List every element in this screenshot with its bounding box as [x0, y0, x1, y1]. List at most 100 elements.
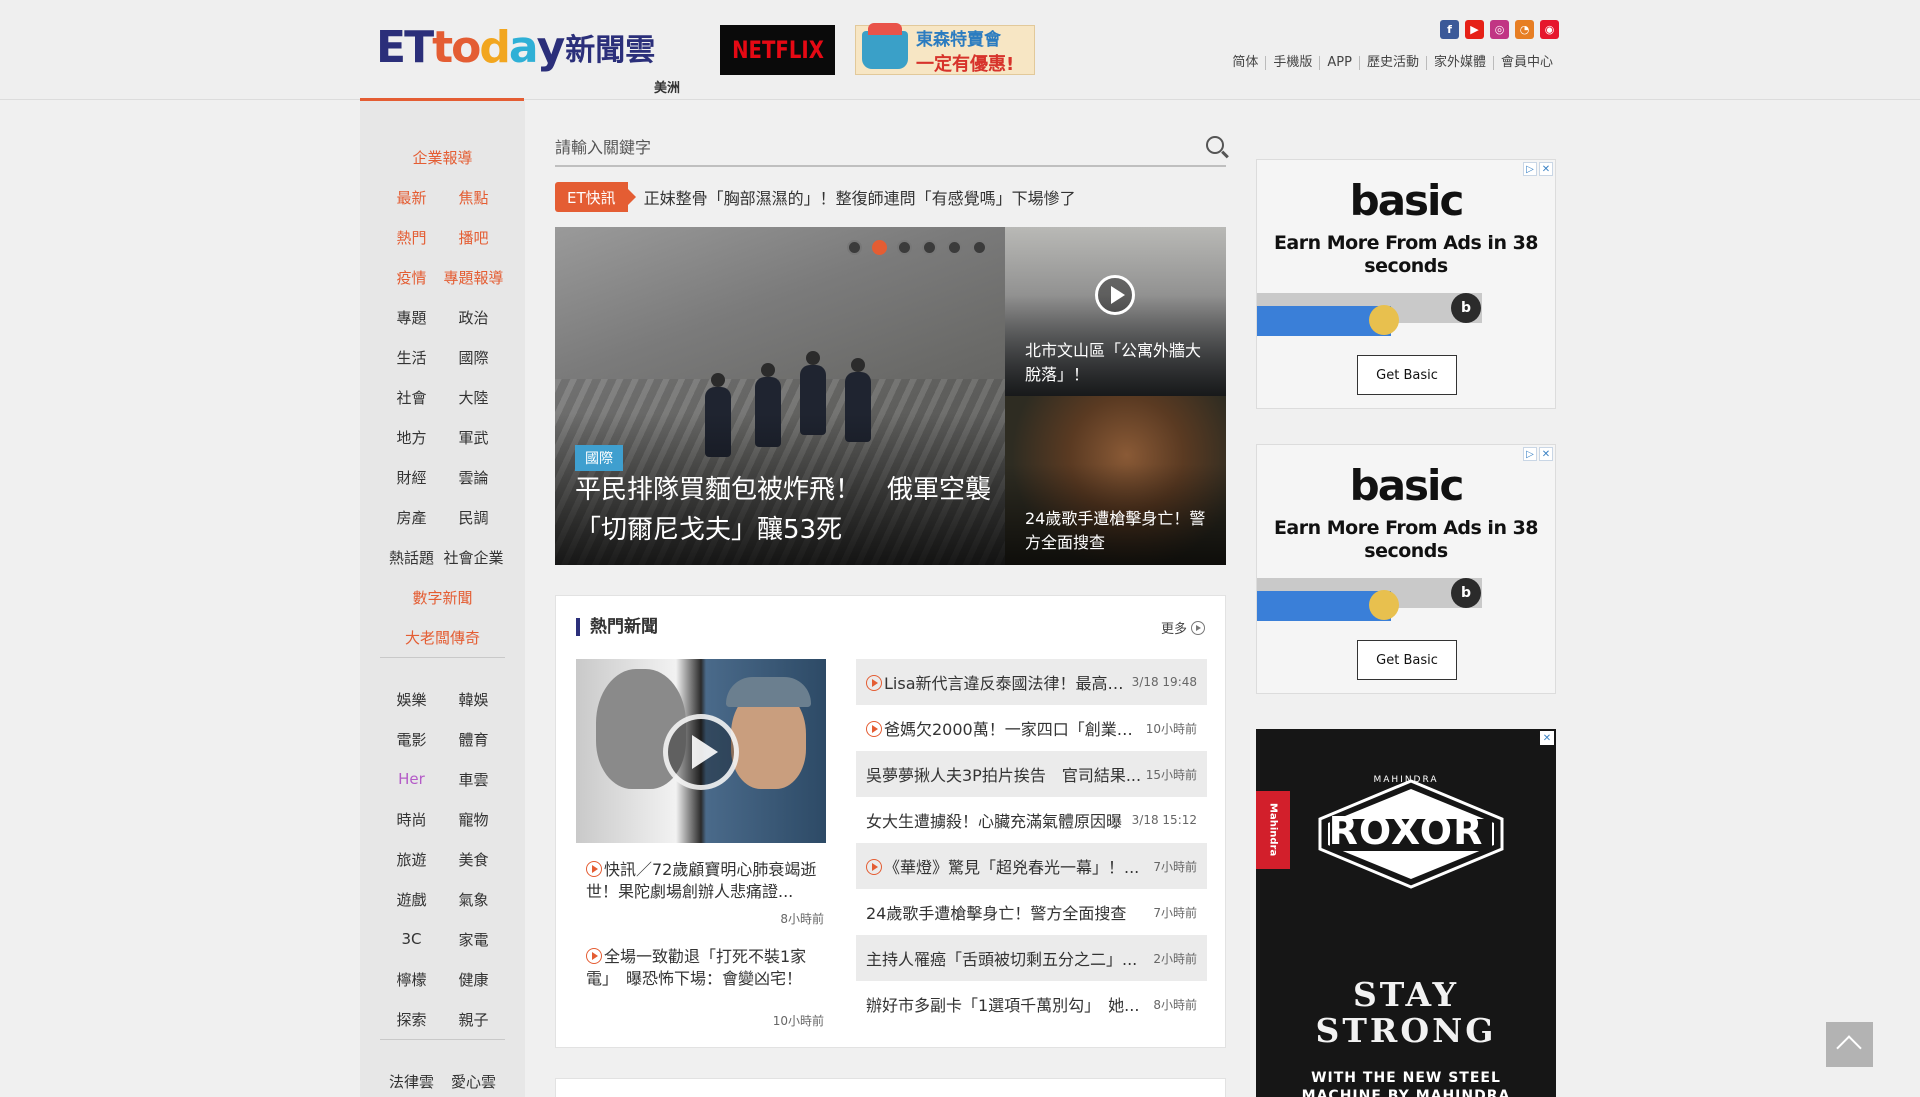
sidebar-item[interactable]: 社會	[381, 387, 443, 408]
ettoday-logo[interactable]: E Tt o d a y 新聞雲	[376, 22, 655, 74]
sidebar-item[interactable]: 地方	[381, 427, 443, 448]
search-icon[interactable]	[1206, 136, 1224, 154]
netflix-banner-ad[interactable]: NETFLIX	[720, 25, 835, 75]
close-icon[interactable]: ✕	[1539, 447, 1553, 461]
sidebar-item[interactable]: 政治	[443, 307, 505, 328]
sidebar-item[interactable]: 最新	[381, 187, 443, 208]
sidebar-item[interactable]: 愛心雲	[443, 1071, 505, 1092]
hot-news-row[interactable]: 吳夢夢揪人夫3P拍片挨告 官司結果... 15小時前	[856, 751, 1207, 797]
carousel-dot[interactable]	[972, 240, 987, 255]
sidebar-item[interactable]: 雲論	[443, 467, 505, 488]
sidebar-item[interactable]: 探索	[381, 1009, 443, 1030]
top-nav-link[interactable]: APP	[1319, 56, 1359, 70]
top-nav-link[interactable]: 手機版	[1265, 56, 1319, 70]
carousel-dot[interactable]	[947, 240, 962, 255]
basic-ad-1[interactable]: ▷ ✕ basic Earn More From Ads in 38 second…	[1256, 159, 1556, 409]
hot-news-row[interactable]: 24歲歌手遭槍擊身亡！警方全面搜查 7小時前	[856, 889, 1207, 935]
sidebar-item[interactable]: 體育	[443, 729, 505, 750]
top-nav-link[interactable]: 歷史活動	[1358, 56, 1426, 70]
sidebar-item[interactable]: 社會企業	[443, 547, 505, 568]
sidebar-item[interactable]: 專題報導	[443, 267, 505, 288]
sidebar-item[interactable]: 軍武	[443, 427, 505, 448]
ad-choices-icon[interactable]: ▷	[1523, 447, 1537, 461]
promo-line-1: 東森特賣會	[916, 29, 1001, 50]
back-to-top-button[interactable]	[1826, 1022, 1873, 1067]
sidebar-item[interactable]: 大老闆傳奇	[360, 617, 525, 657]
sidebar-item[interactable]: 電影	[381, 729, 443, 750]
carousel-dot[interactable]	[922, 240, 937, 255]
sidebar-item[interactable]: 娛樂	[381, 689, 443, 710]
sidebar-item[interactable]: 熱門	[381, 227, 443, 248]
weibo-icon[interactable]: ◉	[1540, 20, 1559, 39]
hot-news-time: 10小時前	[772, 1014, 824, 1028]
hot-news-thumbnail[interactable]	[576, 659, 826, 843]
sidebar-item[interactable]: 時尚	[381, 809, 443, 830]
rss-icon[interactable]: ◔	[1515, 20, 1534, 39]
sidebar-item[interactable]: 健康	[443, 969, 505, 990]
sidebar-item[interactable]: 數字新聞	[360, 577, 525, 617]
roxor-brand: MAHINDRA	[1373, 775, 1439, 785]
sidebar-item[interactable]: 民調	[443, 507, 505, 528]
sidebar-item[interactable]: 焦點	[443, 187, 505, 208]
sidebar-item[interactable]: 財經	[381, 467, 443, 488]
close-icon[interactable]: ✕	[1540, 731, 1554, 745]
sidebar-item[interactable]: 企業報導	[360, 137, 525, 177]
logo-chinese: 新聞雲	[565, 33, 656, 68]
carousel-dot[interactable]	[847, 240, 862, 255]
sidebar-item[interactable]: Her	[381, 770, 443, 788]
sidebar-item[interactable]: 親子	[443, 1009, 505, 1030]
instagram-icon[interactable]: ◎	[1490, 20, 1509, 39]
top-nav-link[interactable]: 家外媒體	[1425, 56, 1493, 70]
carousel-dot-active[interactable]	[872, 240, 887, 255]
sidebar-item[interactable]: 韓娛	[443, 689, 505, 710]
region-label[interactable]: 美洲	[654, 77, 680, 96]
sidebar-item[interactable]: 3C	[381, 930, 443, 948]
sidebar-item[interactable]: 遊戲	[381, 889, 443, 910]
basket-icon	[862, 23, 908, 69]
top-nav-link[interactable]: 會員中心	[1492, 56, 1560, 70]
sidebar-item[interactable]: 美食	[443, 849, 505, 870]
hero-main-story[interactable]: 國際 平民排隊買麵包被炸飛！ 俄軍空襲「切爾尼戈夫」釀53死	[555, 227, 1005, 565]
sidebar-item[interactable]: 檸檬	[381, 969, 443, 990]
sidebar-item[interactable]: 熱話題	[381, 547, 443, 568]
sidebar-item[interactable]: 疫情	[381, 267, 443, 288]
sidebar-item[interactable]: 氣象	[443, 889, 505, 910]
sidebar-item[interactable]: 生活	[381, 347, 443, 368]
sidebar-item[interactable]: 播吧	[443, 227, 505, 248]
sidebar-item[interactable]: 大陸	[443, 387, 505, 408]
category-badge: 國際	[575, 445, 623, 471]
sidebar-item[interactable]: 車雲	[443, 769, 505, 790]
sidebar-item[interactable]: 法律雲	[381, 1071, 443, 1092]
more-link[interactable]: 更多	[1161, 618, 1205, 637]
sidebar-item[interactable]: 國際	[443, 347, 505, 368]
sidebar-item[interactable]: 寵物	[443, 809, 505, 830]
mahindra-ad[interactable]: ✕ Mahindra MAHINDRA ROXOR OFFROAD STAY ST…	[1256, 729, 1556, 1097]
hot-news-item[interactable]: 全場一致勸退「打死不裝1家電」 曝恐怖下場：會變凶宅！	[586, 946, 826, 990]
close-icon[interactable]: ✕	[1539, 162, 1553, 176]
hero-side-story-2[interactable]: 24歲歌手遭槍擊身亡！警方全面搜查	[1005, 396, 1226, 565]
sidebar-item[interactable]: 旅遊	[381, 849, 443, 870]
hot-news-panel: 熱門新聞 更多 快訊／72歲顧寶明心肺衰竭逝世！果陀劇場創辦人悲痛證... 8小時…	[555, 595, 1226, 1048]
get-basic-button[interactable]: Get Basic	[1357, 355, 1457, 395]
youtube-icon[interactable]: ▶	[1465, 20, 1484, 39]
hot-news-row[interactable]: 《華燈》驚見「超兇春光一幕」！... 7小時前	[856, 843, 1207, 889]
hot-news-row[interactable]: 主持人罹癌「舌頭被切剩五分之二」... 2小時前	[856, 935, 1207, 981]
hot-news-row[interactable]: 女大生遭擄殺！心臟充滿氣體原因曝 3/18 15:12	[856, 797, 1207, 843]
sidebar-item[interactable]: 家電	[443, 929, 505, 950]
flash-headline-link[interactable]: 正妹整骨「胸部濕濕的」！整復師連問「有感覺嗎」下場慘了	[644, 185, 1076, 209]
sidebar-item[interactable]: 專題	[381, 307, 443, 328]
ad-choices-icon[interactable]: ▷	[1523, 162, 1537, 176]
hot-news-row[interactable]: 爸媽欠2000萬！一家四口「創業賣... 10小時前	[856, 705, 1207, 751]
search-input[interactable]	[555, 130, 1175, 164]
facebook-icon[interactable]: f	[1440, 20, 1459, 39]
hero-side-story-1[interactable]: 北市文山區「公寓外牆大脫落」！	[1005, 227, 1226, 396]
carousel-dot[interactable]	[897, 240, 912, 255]
sidebar-item[interactable]: 房產	[381, 507, 443, 528]
basic-ad-2[interactable]: ▷ ✕ basic Earn More From Ads in 38 second…	[1256, 444, 1556, 694]
promo-banner-ad[interactable]: 東森特賣會 一定有優惠!	[855, 23, 1035, 75]
hot-news-item[interactable]: 快訊／72歲顧寶明心肺衰竭逝世！果陀劇場創辦人悲痛證...	[586, 859, 826, 903]
hot-news-row[interactable]: Lisa新代言違反泰國法律！最高「... 3/18 19:48	[856, 659, 1207, 705]
get-basic-button[interactable]: Get Basic	[1357, 640, 1457, 680]
hot-news-row[interactable]: 辦好市多副卡「1選項千萬別勾」 她... 8小時前	[856, 981, 1207, 1027]
top-nav-link[interactable]: 简体	[1225, 56, 1265, 70]
